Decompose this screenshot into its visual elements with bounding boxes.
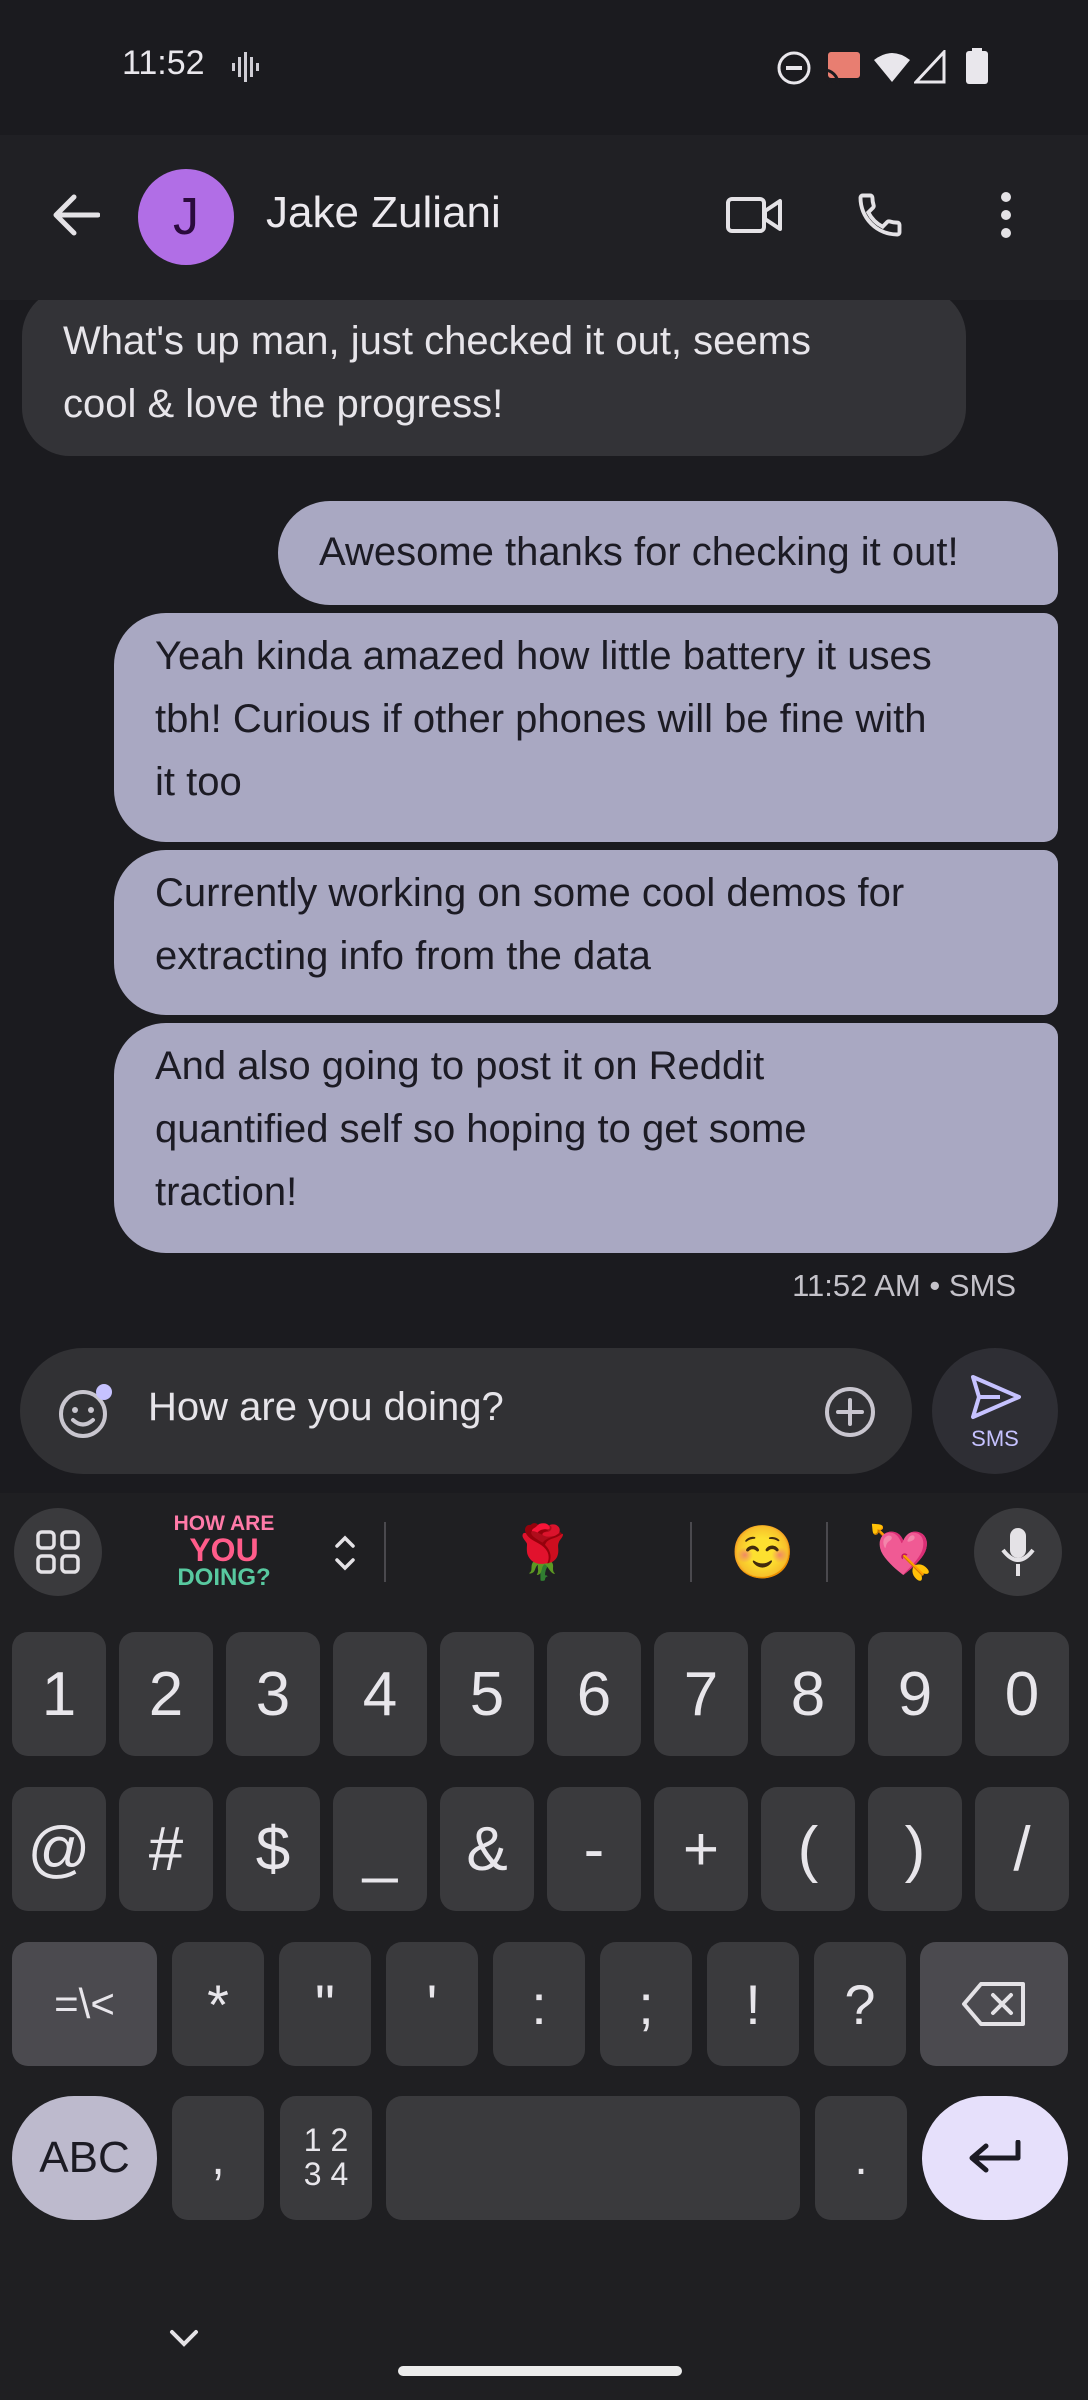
divider (826, 1522, 828, 1582)
numpad-key[interactable]: 1 2 3 4 (280, 2096, 372, 2220)
message-line: And also going to post it on Reddit (155, 1044, 765, 1088)
digit-key[interactable]: 6 (547, 1632, 641, 1756)
outgoing-message[interactable]: Yeah kinda amazed how little battery it … (114, 613, 1058, 842)
message-line: extracting info from the data (155, 934, 651, 978)
back-button[interactable] (40, 175, 112, 255)
symbol-key[interactable]: _ (333, 1787, 427, 1911)
divider (384, 1522, 386, 1582)
emoji-suggestion-heart[interactable]: 💘 (868, 1522, 933, 1583)
add-attachment-icon[interactable] (823, 1385, 877, 1439)
message-line: cool & love the progress! (63, 382, 504, 426)
microphone-icon (1001, 1528, 1035, 1576)
symbol-key[interactable]: + (654, 1787, 748, 1911)
symbol-key[interactable]: # (119, 1787, 213, 1911)
message-line: traction! (155, 1170, 298, 1214)
video-camera-icon (726, 197, 782, 233)
punctuation-key[interactable]: ; (600, 1942, 692, 2066)
keyboard-apps-button[interactable] (14, 1508, 102, 1596)
comma-key[interactable]: , (172, 2096, 264, 2220)
do-not-disturb-icon (777, 51, 811, 85)
symbol-key[interactable]: $ (226, 1787, 320, 1911)
message-line: Yeah kinda amazed how little battery it … (155, 634, 932, 678)
digit-key[interactable]: 3 (226, 1632, 320, 1756)
punctuation-key[interactable]: ? (814, 1942, 906, 2066)
symbol-key[interactable]: @ (12, 1787, 106, 1911)
emoji-suggestion-smile[interactable]: ☺️ (730, 1522, 795, 1583)
send-sms-button[interactable]: SMS (932, 1348, 1058, 1474)
more-symbols-key[interactable]: =\< (12, 1942, 157, 2066)
message-line: it too (155, 760, 242, 804)
message-timestamp: 11:52 AM • SMS (792, 1268, 1016, 1303)
send-icon (971, 1375, 1021, 1419)
message-line: tbh! Curious if other phones will be fin… (155, 697, 927, 741)
divider (690, 1522, 692, 1582)
punctuation-key[interactable]: : (493, 1942, 585, 2066)
outgoing-message[interactable]: Currently working on some cool demos for… (114, 850, 1058, 1015)
enter-key[interactable] (922, 2096, 1068, 2220)
voice-activity-icon (232, 52, 259, 82)
message-line: Awesome thanks for checking it out! (319, 530, 959, 574)
wifi-icon (874, 53, 910, 82)
digit-key[interactable]: 4 (333, 1632, 427, 1756)
emoji-sticker-icon[interactable] (56, 1383, 114, 1441)
punctuation-key[interactable]: * (172, 1942, 264, 2066)
space-key[interactable] (386, 2096, 800, 2220)
numpad-label: 1 2 (303, 2122, 349, 2159)
phone-icon (858, 193, 902, 237)
digit-key[interactable]: 0 (975, 1632, 1069, 1756)
emoji-suggestion-rose[interactable]: 🌹 (510, 1522, 575, 1583)
contact-name[interactable]: Jake Zuliani (266, 188, 501, 238)
symbol-key[interactable]: & (440, 1787, 534, 1911)
message-line: What's up man, just checked it out, seem… (63, 319, 811, 363)
status-time: 11:52 (122, 44, 205, 82)
digit-key[interactable]: 1 (12, 1632, 106, 1756)
phone-call-button[interactable] (840, 175, 920, 255)
symbol-key[interactable]: ) (868, 1787, 962, 1911)
symbol-key[interactable]: / (975, 1787, 1069, 1911)
digit-key[interactable]: 9 (868, 1632, 962, 1756)
message-line: Currently working on some cool demos for (155, 871, 905, 915)
more-vert-icon (1001, 192, 1011, 238)
back-arrow-icon (53, 194, 100, 236)
expand-suggestions-icon[interactable] (333, 1530, 357, 1576)
punctuation-key[interactable]: ! (707, 1942, 799, 2066)
enter-arrow-icon (969, 2140, 1021, 2173)
video-call-button[interactable] (714, 175, 794, 255)
voice-input-button[interactable] (974, 1508, 1062, 1596)
sticker-text: HOW ARE (173, 1512, 275, 1535)
outgoing-message[interactable]: Awesome thanks for checking it out! (278, 501, 1058, 605)
home-gesture-bar[interactable] (398, 2366, 682, 2376)
digit-key[interactable]: 5 (440, 1632, 534, 1756)
message-list[interactable]: What's up man, just checked it out, seem… (0, 300, 1088, 1345)
sticker-suggestion[interactable]: HOW ARE YOU DOING? (168, 1513, 280, 1590)
backspace-key[interactable] (920, 1942, 1068, 2066)
symbol-key[interactable]: - (547, 1787, 641, 1911)
period-key[interactable]: . (815, 2096, 907, 2220)
backspace-icon (962, 1982, 1025, 2026)
punctuation-key[interactable]: " (279, 1942, 371, 2066)
grid-icon (36, 1530, 80, 1574)
punctuation-key[interactable]: ' (386, 1942, 478, 2066)
digit-key[interactable]: 8 (761, 1632, 855, 1756)
digit-key[interactable]: 7 (654, 1632, 748, 1756)
abc-key[interactable]: ABC (12, 2096, 157, 2220)
cast-icon (823, 52, 860, 84)
symbol-key[interactable]: ( (761, 1787, 855, 1911)
cellular-signal-icon (914, 50, 946, 84)
numpad-label: 3 4 (303, 2156, 349, 2192)
digit-key[interactable]: 2 (119, 1632, 213, 1756)
hide-keyboard-icon[interactable] (168, 2328, 200, 2348)
battery-icon (966, 48, 988, 84)
contact-avatar[interactable]: J (138, 169, 234, 265)
more-options-button[interactable] (966, 175, 1046, 255)
outgoing-message[interactable]: And also going to post it on Reddit quan… (114, 1023, 1058, 1253)
incoming-message[interactable]: What's up man, just checked it out, seem… (22, 300, 966, 456)
sticker-text: YOU (189, 1532, 259, 1568)
sticker-text: DOING? (177, 1564, 271, 1591)
compose-input-text[interactable]: How are you doing? (148, 1385, 504, 1430)
message-line: quantified self so hoping to get some (155, 1107, 807, 1151)
send-sms-label: SMS (971, 1426, 1019, 1451)
